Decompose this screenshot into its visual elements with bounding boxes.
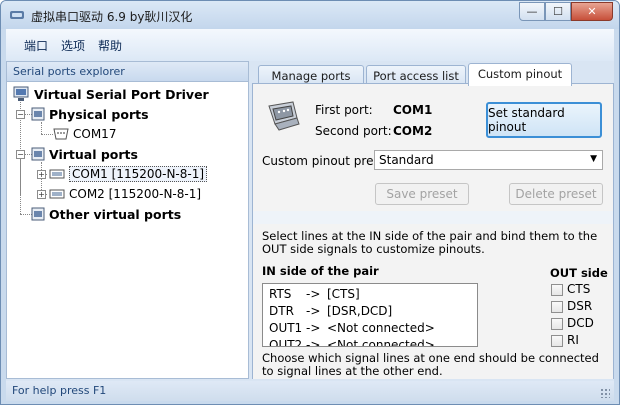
computer-icon	[13, 86, 29, 101]
ri-label: RI	[567, 333, 579, 347]
com1-label: COM1 [115200-N-8-1]	[69, 166, 208, 182]
tab-manage-ports[interactable]: Manage ports	[258, 65, 364, 85]
footer-text: Choose which signal lines at one end sho…	[262, 351, 599, 378]
first-port-value: COM1	[393, 103, 433, 117]
tree-node-other-virtual-ports[interactable]: Other virtual ports	[31, 204, 181, 224]
in-side-label: IN side of the pair	[262, 264, 379, 278]
app-icon	[10, 11, 24, 19]
com2-expander[interactable]: +	[37, 190, 46, 199]
com17-label: COM17	[73, 127, 117, 141]
other-virtual-ports-label: Other virtual ports	[49, 206, 182, 222]
cts-checkbox[interactable]	[551, 284, 563, 296]
tree-root[interactable]: Virtual Serial Port Driver	[12, 84, 209, 104]
cts-label: CTS	[567, 282, 591, 296]
menu-item-options[interactable]: 选项	[61, 37, 85, 54]
port-group-icon	[31, 107, 45, 121]
physical-ports-expander[interactable]: −	[16, 110, 25, 119]
window-controls: — ☐ ✕	[519, 2, 613, 21]
tab-strip: Manage ports Port access list Custom pin…	[252, 63, 614, 86]
explorer-header: Serial ports explorer	[7, 62, 248, 82]
status-text: For help press F1	[12, 384, 107, 397]
tree-item-com1[interactable]: COM1 [115200-N-8-1]	[49, 164, 208, 184]
tree-item-com17[interactable]: COM17	[53, 124, 116, 144]
tree-item-com2[interactable]: COM2 [115200-N-8-1]	[49, 184, 201, 204]
custom-pinout-page: First port: COM1 Second port: COM2 Set s…	[252, 83, 614, 379]
dsr-checkbox[interactable]	[551, 301, 563, 313]
instructions-text: Select lines at the IN side of the pair …	[262, 229, 598, 256]
chevron-down-icon: ▼	[590, 154, 597, 164]
close-button[interactable]: ✕	[571, 2, 613, 21]
virtual-ports-label: Virtual ports	[49, 146, 138, 162]
preset-select[interactable]: Standard ▼	[374, 150, 603, 170]
tree-node-physical-ports[interactable]: Physical ports	[31, 104, 149, 124]
com1-expander[interactable]: +	[37, 170, 46, 179]
pinout-settings: First port: COM1 Second port: COM2 Set s…	[253, 84, 613, 211]
tab-custom-pinout[interactable]: Custom pinout	[468, 63, 572, 86]
com2-label: COM2 [115200-N-8-1]	[69, 187, 202, 201]
ports-tree[interactable]: Virtual Serial Port Driver − Physical po…	[7, 82, 248, 378]
port-group-icon	[31, 207, 45, 221]
dcd-checkbox[interactable]	[551, 318, 563, 330]
virtual-ports-expander[interactable]: −	[16, 150, 25, 159]
port-group-icon	[31, 147, 45, 161]
main-window: 虚拟串口驱动 6.9 by耿川汉化 — ☐ ✕ 端口 选项 帮助 Serial …	[0, 0, 620, 405]
physical-ports-label: Physical ports	[49, 106, 149, 122]
serial-port-icon	[53, 128, 69, 140]
status-bar: For help press F1	[6, 381, 614, 401]
virtual-port-icon	[49, 169, 65, 179]
menu-item-port[interactable]: 端口	[24, 37, 48, 54]
minimize-button[interactable]: —	[519, 2, 545, 21]
menu-bar: 端口 选项 帮助	[6, 29, 614, 61]
client-area: Serial ports explorer Virtual Serial Por…	[6, 61, 614, 401]
resize-grip[interactable]	[600, 388, 610, 398]
second-port-value: COM2	[393, 124, 433, 138]
dsr-label: DSR	[567, 299, 593, 313]
ports-panel: Manage ports Port access list Custom pin…	[252, 61, 614, 379]
window-title: 虚拟串口驱动 6.9 by耿川汉化	[31, 10, 193, 24]
serial-ports-explorer: Serial ports explorer Virtual Serial Por…	[6, 61, 249, 379]
virtual-port-icon	[49, 189, 65, 199]
save-preset-button[interactable]: Save preset	[375, 183, 469, 205]
tab-port-access-list[interactable]: Port access list	[366, 65, 466, 85]
first-port-label: First port:	[315, 103, 373, 117]
tree-root-label: Virtual Serial Port Driver	[34, 86, 209, 102]
out-side-label: OUT side	[550, 266, 608, 280]
delete-preset-button[interactable]: Delete preset	[509, 183, 603, 205]
menu-item-help[interactable]: 帮助	[98, 37, 122, 54]
ri-checkbox[interactable]	[551, 335, 563, 347]
preset-value: Standard	[379, 153, 434, 167]
tree-node-virtual-ports[interactable]: Virtual ports	[31, 144, 138, 164]
serial-connector-icon	[268, 101, 300, 131]
pinout-mapping: Select lines at the IN side of the pair …	[253, 224, 613, 379]
second-port-label: Second port:	[315, 124, 392, 138]
title-bar[interactable]: 虚拟串口驱动 6.9 by耿川汉化 — ☐ ✕	[1, 1, 619, 29]
dcd-label: DCD	[567, 316, 594, 330]
maximize-button[interactable]: ☐	[545, 2, 571, 21]
set-standard-pinout-button[interactable]: Set standard pinout	[486, 102, 602, 138]
in-side-list[interactable]: RTS -> [CTS] DTR -> [DSR,DCD] OUT1 -> <N…	[262, 283, 478, 347]
